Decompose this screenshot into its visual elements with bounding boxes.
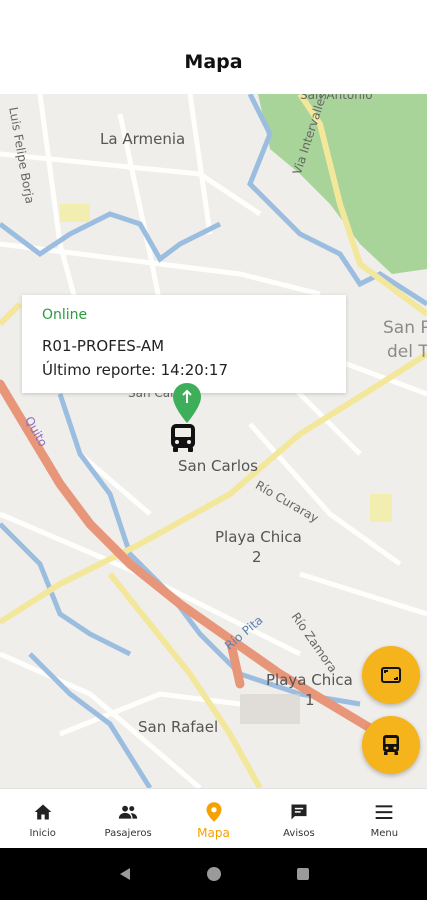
map-label-san-antonio: San Antonio [300,94,373,102]
bus-focus-button[interactable] [362,716,420,774]
map-label-del-t: del T [387,342,427,362]
location-pin-icon[interactable] [172,383,202,423]
tab-inicio[interactable]: Inicio [0,789,85,848]
home-circle-icon[interactable] [206,866,222,882]
back-icon[interactable] [117,866,133,882]
park-area [258,94,427,274]
message-icon [288,801,310,823]
bus-icon[interactable] [168,422,198,454]
tab-label: Avisos [283,828,315,839]
app-header: Mapa [0,0,427,94]
tab-label: Pasajeros [104,828,152,839]
vehicle-info-popup[interactable]: Online R01-PROFES-AM Último reporte: 14:… [22,295,346,393]
map-label-playa-chica-2: Playa Chica [215,528,302,546]
app-screen: Mapa La Armenia Luis Felipe Borja Via In… [0,0,427,900]
status-text: Online [42,307,88,323]
map-label-playa-chica-1-num: 1 [305,691,315,709]
location-pin-icon [203,801,225,823]
tab-label: Mapa [197,826,230,840]
fullscreen-icon [381,667,401,683]
tab-avisos[interactable]: Avisos [256,789,341,848]
map-label-san-rafael: San Rafael [138,718,219,736]
tab-label: Menu [370,828,399,839]
menu-icon [373,801,395,823]
tab-menu[interactable]: Menu [342,789,427,848]
fullscreen-button[interactable] [362,646,420,704]
map-label-la-armenia: La Armenia [100,130,186,148]
home-icon [32,801,54,823]
map-view[interactable]: La Armenia Luis Felipe Borja Via Interva… [0,94,427,788]
map-label-playa-chica-2-num: 2 [252,548,262,566]
tab-pasajeros[interactable]: Pasajeros [85,789,170,848]
map-label-san-pedro: San P [383,318,427,338]
page-title: Mapa [184,51,243,73]
tab-mapa[interactable]: Mapa [171,789,256,848]
map-label-san-carlos: San Carlos [178,457,258,475]
people-icon [117,801,139,823]
bottom-tab-bar: Inicio Pasajeros Mapa Avisos Menu [0,788,427,848]
tab-label: Inicio [29,828,56,839]
system-navigation-bar [0,848,427,900]
recents-icon[interactable] [295,866,311,882]
bus-icon [383,735,399,755]
last-report-text: Último reporte: 14:20:17 [42,361,228,379]
route-name: R01-PROFES-AM [42,337,165,355]
map-label-playa-chica-1: Playa Chica [266,671,353,689]
